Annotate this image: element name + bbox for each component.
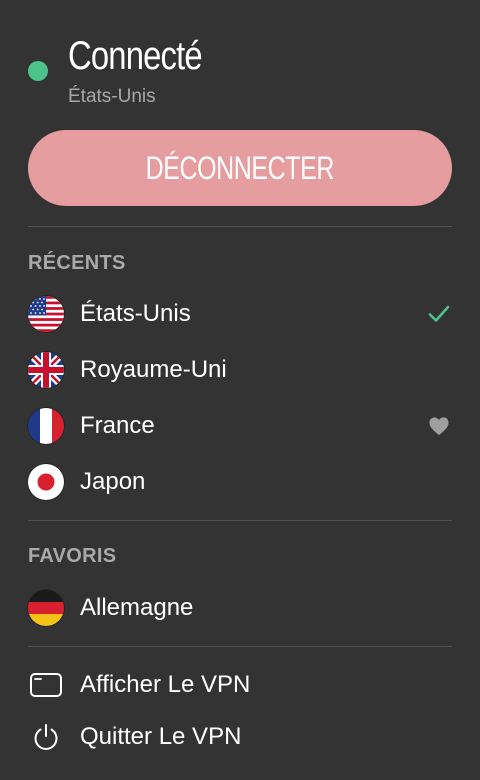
server-item-germany[interactable]: Allemagne xyxy=(28,586,452,630)
server-item-united-kingdom[interactable]: Royaume-Uni xyxy=(28,348,452,392)
disconnect-button-label: DÉCONNECTER xyxy=(145,149,335,186)
divider xyxy=(28,226,452,227)
status-dot-icon xyxy=(28,61,48,81)
show-vpn-label: Afficher Le VPN xyxy=(80,671,251,698)
status-location: États-Unis xyxy=(68,86,156,107)
quit-vpn-label: Quitter Le VPN xyxy=(80,723,242,750)
status-title: Connecté xyxy=(68,34,203,78)
uk-flag-icon xyxy=(28,352,64,388)
check-icon xyxy=(426,301,452,327)
france-flag-icon xyxy=(28,408,64,444)
power-icon xyxy=(28,719,64,755)
heart-icon[interactable] xyxy=(426,413,452,439)
quit-vpn-menu-item[interactable]: Quitter Le VPN xyxy=(28,715,452,759)
server-item-france[interactable]: France xyxy=(28,404,452,448)
disconnect-button[interactable]: DÉCONNECTER xyxy=(28,130,452,206)
server-item-label: France xyxy=(80,412,155,439)
server-item-label: Royaume-Uni xyxy=(80,356,227,383)
server-item-japan[interactable]: Japon xyxy=(28,460,452,504)
japan-flag-icon xyxy=(28,464,64,500)
connection-status: Connecté États-Unis xyxy=(28,34,452,114)
show-vpn-menu-item[interactable]: Afficher Le VPN xyxy=(28,663,452,707)
germany-flag-icon xyxy=(28,590,64,626)
server-item-united-states[interactable]: États-Unis xyxy=(28,292,452,336)
divider xyxy=(28,646,452,647)
server-item-label: États-Unis xyxy=(80,300,191,327)
recents-section-title: RÉCENTS xyxy=(28,252,126,274)
us-flag-icon xyxy=(28,296,64,332)
window-icon xyxy=(28,667,64,703)
favorites-section-title: FAVORIS xyxy=(28,545,117,567)
server-item-label: Allemagne xyxy=(80,594,194,621)
server-item-label: Japon xyxy=(80,468,146,495)
divider xyxy=(28,520,452,521)
